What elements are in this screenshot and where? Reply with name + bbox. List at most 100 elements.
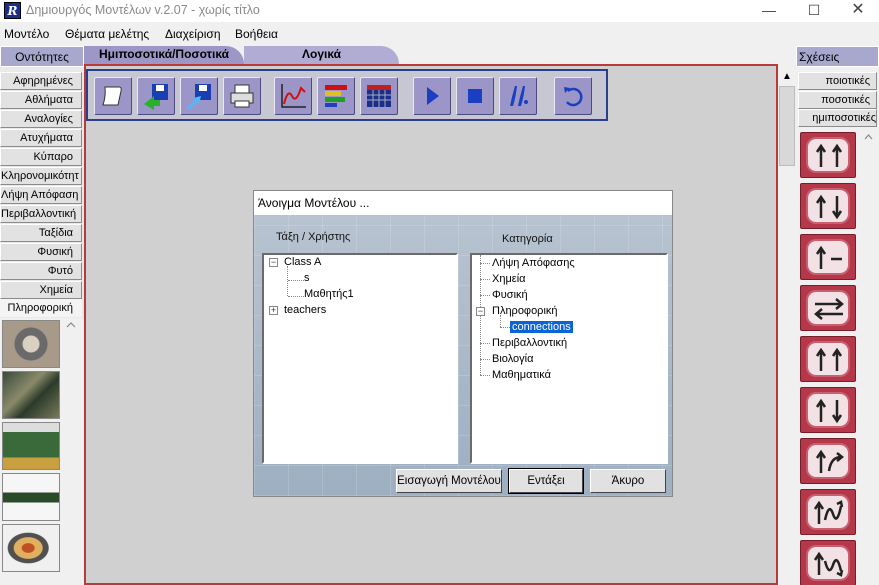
reset-button[interactable] xyxy=(554,77,592,115)
expansion-card-thumbnail[interactable] xyxy=(2,422,60,470)
relation-type-semiquantitative[interactable]: ημιποσοτικές xyxy=(798,109,877,127)
expand-toggle[interactable]: + xyxy=(269,306,278,315)
scroll-thumb[interactable] xyxy=(779,86,795,166)
canvas-scrollbar[interactable]: ▲ xyxy=(778,68,796,585)
relation-increase-wave-down-button[interactable] xyxy=(800,540,856,585)
play-button[interactable] xyxy=(413,77,451,115)
entity-category-item[interactable]: Περιβαλλοντική xyxy=(0,205,82,223)
save-model-button[interactable] xyxy=(180,77,218,115)
table-button[interactable] xyxy=(360,77,398,115)
new-document-button[interactable] xyxy=(94,77,132,115)
relation-decrease-decrease-button[interactable] xyxy=(800,387,856,433)
entity-category-item-selected[interactable]: Πληροφορική xyxy=(0,299,82,317)
entity-category-item[interactable]: Κληρονομικότητ xyxy=(0,167,82,185)
entity-category-item[interactable]: Ατυχήματα xyxy=(0,129,82,147)
menu-management[interactable]: Διαχείριση xyxy=(165,27,221,41)
entity-category-item[interactable]: Χημεία xyxy=(0,281,82,299)
relation-type-qualitative[interactable]: ποιοτικές xyxy=(798,72,877,90)
category-item-informatics[interactable]: Πληροφορική xyxy=(492,304,558,318)
relation-increase-increase-alt-button[interactable] xyxy=(800,336,856,382)
entity-category-item[interactable]: Ταξίδια xyxy=(0,224,82,242)
arrows-up-up-alt-icon xyxy=(815,347,843,371)
scroll-up-icon[interactable]: ▲ xyxy=(778,68,796,85)
reset-icon xyxy=(564,87,583,107)
users-tree[interactable]: − Class A s Μαθητής1 + teachers xyxy=(262,253,458,464)
minimize-button[interactable]: — xyxy=(747,0,791,22)
tree-item-label: Πληροφορική xyxy=(492,305,558,317)
tree-item-label: connections xyxy=(510,321,573,333)
maximize-button[interactable]: ☐ xyxy=(792,0,836,22)
stop-button[interactable] xyxy=(456,77,494,115)
cpu-chip-thumbnail[interactable] xyxy=(2,320,60,368)
collapse-toggle[interactable]: − xyxy=(269,258,278,267)
arrow-up-wave-icon xyxy=(813,500,844,524)
tree-item-label: Φυσική xyxy=(492,289,528,301)
category-tree[interactable]: Λήψη Απόφασης Χημεία Φυσική − Πληροφορικ… xyxy=(470,253,668,464)
entity-category-item[interactable]: Φυσική xyxy=(0,243,82,261)
users-column-label: Τάξη / Χρήστης xyxy=(276,231,351,243)
tree-item-teachers[interactable]: teachers xyxy=(284,303,326,317)
category-item-connections[interactable]: connections xyxy=(510,320,573,334)
tree-line xyxy=(480,359,490,360)
line-graph-button[interactable] xyxy=(274,77,312,115)
relation-increase-decrease-button[interactable] xyxy=(800,183,856,229)
main-toolbar xyxy=(86,69,608,121)
tree-item-class-a[interactable]: Class A xyxy=(284,255,321,269)
tree-item-label: Λήψη Απόφασης xyxy=(492,257,575,269)
entity-category-item[interactable]: Αναλογίες xyxy=(0,110,82,128)
relations-header: Σχέσεις xyxy=(796,46,879,67)
collapse-toggle[interactable]: − xyxy=(476,307,485,316)
close-button[interactable]: ✕ xyxy=(836,0,879,22)
printer-icon xyxy=(230,84,254,108)
category-item[interactable]: Φυσική xyxy=(492,288,528,302)
menu-study-topics[interactable]: Θέματα μελέτης xyxy=(65,27,149,41)
category-item[interactable]: Περιβαλλοντική xyxy=(492,336,567,350)
tree-line xyxy=(480,279,490,280)
motherboard-thumbnail[interactable] xyxy=(2,371,60,419)
tree-line xyxy=(480,375,490,376)
category-column-label: Κατηγορία xyxy=(502,233,553,245)
tree-item-label: Μαθηματικά xyxy=(492,369,551,381)
ok-button[interactable]: Εντάξει xyxy=(508,468,584,494)
print-button[interactable] xyxy=(223,77,261,115)
category-item[interactable]: Χημεία xyxy=(492,272,526,286)
thumbnails-scrollbar[interactable] xyxy=(62,318,80,585)
entity-category-item[interactable]: Φυτό xyxy=(0,262,82,280)
new-document-icon xyxy=(102,86,122,106)
hard-disk-thumbnail[interactable] xyxy=(2,524,60,572)
step-button[interactable] xyxy=(499,77,537,115)
entities-header: Οντότητες xyxy=(0,46,84,67)
bar-chart-button[interactable] xyxy=(317,77,355,115)
menu-model[interactable]: Μοντέλο xyxy=(4,27,49,41)
step-icon xyxy=(510,86,528,106)
cancel-button[interactable]: Άκυρο xyxy=(590,469,666,493)
relation-increase-increase-button[interactable] xyxy=(800,132,856,178)
menu-bar: Μοντέλο Θέματα μελέτης Διαχείριση Βοήθει… xyxy=(0,24,879,44)
menu-help[interactable]: Βοήθεια xyxy=(235,27,278,41)
entity-category-item[interactable]: Αφηρημένες xyxy=(0,72,82,90)
entity-category-item[interactable]: Κύπαρο xyxy=(0,148,82,166)
tree-item-label: Χημεία xyxy=(492,273,526,285)
category-item[interactable]: Βιολογία xyxy=(492,352,533,366)
entity-category-item[interactable]: Αθλήματα xyxy=(0,91,82,109)
chevron-up-icon xyxy=(66,322,76,328)
tree-item-user[interactable]: s xyxy=(304,271,310,285)
ram-module-thumbnail[interactable] xyxy=(2,473,60,521)
open-model-button[interactable] xyxy=(137,77,175,115)
relation-increase-curve-button[interactable] xyxy=(800,438,856,484)
tab-semi-quantitative[interactable]: Ημιποσοτικά/Ποσοτικά xyxy=(84,46,244,64)
tab-logical[interactable]: Λογικά xyxy=(244,46,399,64)
import-model-button[interactable]: Εισαγωγή Μοντέλου xyxy=(396,469,502,493)
category-item[interactable]: Λήψη Απόφασης xyxy=(492,256,575,270)
relations-scrollbar[interactable] xyxy=(860,130,877,585)
relation-increase-constant-button[interactable] xyxy=(800,234,856,280)
category-item[interactable]: Μαθηματικά xyxy=(492,368,551,382)
relation-type-quantitative[interactable]: ποσοτικές xyxy=(798,91,877,109)
title-bar: R Δημιουργός Μοντέλων v.2.07 - χωρίς τίτ… xyxy=(0,0,879,22)
entity-category-item[interactable]: Λήψη Απόφαση xyxy=(0,186,82,204)
relation-bidirectional-button[interactable] xyxy=(800,285,856,331)
stop-icon xyxy=(468,89,482,103)
tree-line xyxy=(500,327,510,328)
relation-increase-wave-button[interactable] xyxy=(800,489,856,535)
tree-item-user[interactable]: Μαθητής1 xyxy=(304,287,354,301)
